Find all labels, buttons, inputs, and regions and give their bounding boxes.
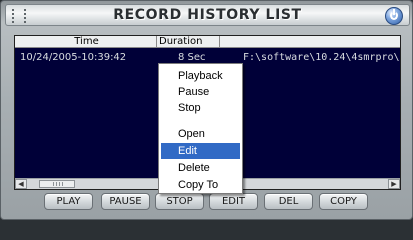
edit-button[interactable]: EDIT bbox=[209, 193, 258, 210]
menu-item-delete[interactable]: Delete bbox=[161, 160, 240, 176]
play-button[interactable]: PLAY bbox=[44, 193, 93, 210]
scroll-thumb[interactable] bbox=[39, 180, 75, 188]
menu-separator bbox=[162, 120, 239, 121]
column-header-file[interactable] bbox=[220, 36, 400, 48]
copy-button[interactable]: COPY bbox=[319, 193, 368, 210]
menu-item-copy-to[interactable]: Copy To bbox=[161, 177, 240, 193]
record-history-window: RECORD HISTORY LIST Time Duration 10/24/… bbox=[0, 0, 413, 220]
stop-button[interactable]: STOP bbox=[155, 193, 204, 210]
power-button[interactable] bbox=[385, 7, 403, 25]
menu-item-pause[interactable]: Pause bbox=[161, 84, 240, 100]
title-bar[interactable]: RECORD HISTORY LIST bbox=[5, 4, 410, 26]
row-time: 10/24/2005-10:39:42 bbox=[20, 52, 127, 63]
toolbar: PLAY PAUSE STOP EDIT DEL COPY bbox=[1, 193, 413, 217]
pause-button[interactable]: PAUSE bbox=[101, 193, 150, 210]
scroll-left-button[interactable]: ◀ bbox=[15, 179, 27, 189]
list-header: Time Duration bbox=[15, 36, 400, 48]
menu-item-open[interactable]: Open bbox=[161, 126, 240, 142]
power-icon bbox=[390, 9, 398, 20]
column-header-duration[interactable]: Duration bbox=[157, 36, 220, 48]
menu-item-playback[interactable]: Playback bbox=[161, 68, 240, 84]
column-header-time[interactable]: Time bbox=[15, 36, 157, 48]
scroll-right-button[interactable]: ▶ bbox=[388, 179, 400, 189]
window-title: RECORD HISTORY LIST bbox=[113, 7, 302, 23]
context-menu: Playback Pause Stop Open Edit Delete Cop… bbox=[158, 63, 243, 194]
row-file-path: F:\software\10.24\4smrpro\rec10 bbox=[243, 52, 400, 63]
menu-item-stop[interactable]: Stop bbox=[161, 100, 240, 116]
menu-item-edit[interactable]: Edit bbox=[161, 143, 240, 159]
delete-button[interactable]: DEL bbox=[264, 193, 313, 210]
